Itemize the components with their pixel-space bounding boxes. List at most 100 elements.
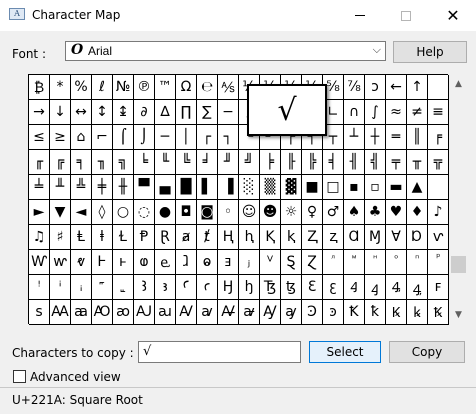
char-cell[interactable]: ꜻ <box>239 300 260 325</box>
char-cell[interactable]: ⱱ <box>428 225 449 250</box>
char-cell[interactable]: │ <box>176 125 197 150</box>
char-cell[interactable]: ꜡ <box>113 275 134 300</box>
scroll-down-icon[interactable]: ▼ <box>449 307 468 323</box>
char-cell[interactable]: Ᵽ <box>134 225 155 250</box>
char-cell[interactable]: ☻ <box>260 200 281 225</box>
char-cell[interactable]: * <box>50 75 71 100</box>
char-cell[interactable]: ⅞ <box>344 75 365 100</box>
char-cell[interactable]: Ꜯ <box>386 275 407 300</box>
char-cell[interactable]: ꜱ <box>29 300 50 325</box>
char-cell[interactable]: ▪ <box>344 175 365 200</box>
char-cell[interactable]: ┴ <box>344 125 365 150</box>
char-cell[interactable]: Ꜿ <box>302 300 323 325</box>
char-cell[interactable]: ↨ <box>113 100 134 125</box>
copy-button[interactable]: Copy <box>389 341 465 363</box>
char-cell[interactable]: ⱪ <box>281 225 302 250</box>
char-cell[interactable]: ╠ <box>302 150 323 175</box>
char-cell[interactable]: ꜞ <box>50 275 71 300</box>
char-cell[interactable]: ╧ <box>29 175 50 200</box>
char-cell[interactable]: ▼ <box>50 200 71 225</box>
char-cell[interactable]: ◦ <box>218 200 239 225</box>
char-cell[interactable]: ∂ <box>134 100 155 125</box>
char-cell[interactable]: Ɐ <box>386 225 407 250</box>
char-cell[interactable]: ꜠ <box>92 275 113 300</box>
char-cell[interactable]: ╗ <box>113 150 134 175</box>
char-cell[interactable]: ▬ <box>386 175 407 200</box>
char-cell[interactable]: ꝁ <box>365 300 386 325</box>
char-cell[interactable]: ╜ <box>218 150 239 175</box>
char-cell[interactable]: Ⱡ <box>71 225 92 250</box>
char-cell[interactable]: ← <box>386 75 407 100</box>
char-cell[interactable]: Ω <box>176 75 197 100</box>
char-cell[interactable]: Ȿ <box>281 250 302 275</box>
char-cell[interactable]: ╢ <box>344 150 365 175</box>
char-cell[interactable]: ↑ <box>407 75 428 100</box>
advanced-view-checkbox[interactable] <box>13 370 26 383</box>
char-cell[interactable]: Ꝃ <box>386 300 407 325</box>
char-cell[interactable]: ∏ <box>176 100 197 125</box>
char-cell[interactable]: ⷧ <box>323 250 344 275</box>
char-cell[interactable] <box>428 175 449 200</box>
char-cell[interactable]: ═ <box>386 125 407 150</box>
char-cell[interactable]: ⱡ <box>92 225 113 250</box>
char-cell[interactable]: Ꝁ <box>344 300 365 325</box>
char-cell[interactable]: Ꜧ <box>218 275 239 300</box>
char-cell[interactable]: ⷬ <box>428 250 449 275</box>
char-cell[interactable]: ▓ <box>281 175 302 200</box>
char-cell[interactable]: Ꜹ <box>176 300 197 325</box>
char-cell[interactable]: ⷨ <box>344 250 365 275</box>
char-cell[interactable]: ♫ <box>29 225 50 250</box>
char-cell[interactable]: ⷩ <box>365 250 386 275</box>
char-cell[interactable]: ⱬ <box>323 225 344 250</box>
char-cell[interactable]: ™ <box>155 75 176 100</box>
char-cell[interactable]: ⌡ <box>134 125 155 150</box>
char-cell[interactable]: ♪ <box>428 200 449 225</box>
char-cell[interactable]: Ꜩ <box>260 275 281 300</box>
char-cell[interactable]: ◙ <box>197 200 218 225</box>
char-cell[interactable]: ꜣ <box>155 275 176 300</box>
char-cell[interactable]: ≡ <box>428 100 449 125</box>
char-cell[interactable]: ⌐ <box>92 125 113 150</box>
char-cell[interactable]: ꜟ <box>71 275 92 300</box>
char-cell[interactable]: ⱺ <box>197 250 218 275</box>
char-cell[interactable]: ℓ <box>92 75 113 100</box>
char-cell[interactable]: ↔ <box>71 100 92 125</box>
char-cell[interactable]: ● <box>155 200 176 225</box>
char-cell[interactable]: Ɑ <box>344 225 365 250</box>
char-cell[interactable]: ☼ <box>281 200 302 225</box>
char-cell[interactable]: Ⱪ <box>260 225 281 250</box>
char-cell[interactable]: ▐ <box>218 175 239 200</box>
char-cell[interactable]: → <box>29 100 50 125</box>
char-cell[interactable]: ꜵ <box>113 300 134 325</box>
char-cell[interactable]: ╥ <box>407 150 428 175</box>
char-cell[interactable]: ⱷ <box>134 250 155 275</box>
char-cell[interactable]: ♣ <box>365 200 386 225</box>
char-cell[interactable]: ╨ <box>50 175 71 200</box>
char-cell[interactable]: ╛ <box>197 150 218 175</box>
char-cell[interactable]: ─ <box>155 125 176 150</box>
char-cell[interactable]: Ɒ <box>407 225 428 250</box>
char-cell[interactable]: □ <box>323 175 344 200</box>
char-cell[interactable]: Ꝅ <box>428 300 449 325</box>
char-cell[interactable]: ▄ <box>155 175 176 200</box>
char-cell[interactable]: ╖ <box>92 150 113 175</box>
char-cell[interactable]: ⱻ <box>218 250 239 275</box>
char-cell[interactable]: ╫ <box>113 175 134 200</box>
char-cell[interactable]: ꜳ <box>71 300 92 325</box>
char-cell[interactable]: Ꜫ <box>302 275 323 300</box>
select-button[interactable]: Select <box>309 341 381 363</box>
char-cell[interactable]: ☺ <box>239 200 260 225</box>
char-cell[interactable]: ╔ <box>50 150 71 175</box>
char-cell[interactable]: ♯ <box>50 225 71 250</box>
char-cell[interactable]: ≈ <box>386 100 407 125</box>
char-cell[interactable]: ₿ <box>29 75 50 100</box>
char-cell[interactable]: ꜿ <box>323 300 344 325</box>
char-cell[interactable]: ╪ <box>92 175 113 200</box>
char-cell[interactable]: ⱸ <box>155 250 176 275</box>
char-cell[interactable]: ꜽ <box>281 300 302 325</box>
char-cell[interactable]: ⷪ <box>386 250 407 275</box>
char-cell[interactable]: ▲ <box>407 175 428 200</box>
char-cell[interactable]: ⅍ <box>218 75 239 100</box>
char-cell[interactable]: ꜝ <box>29 275 50 300</box>
char-cell[interactable]: ♥ <box>386 200 407 225</box>
